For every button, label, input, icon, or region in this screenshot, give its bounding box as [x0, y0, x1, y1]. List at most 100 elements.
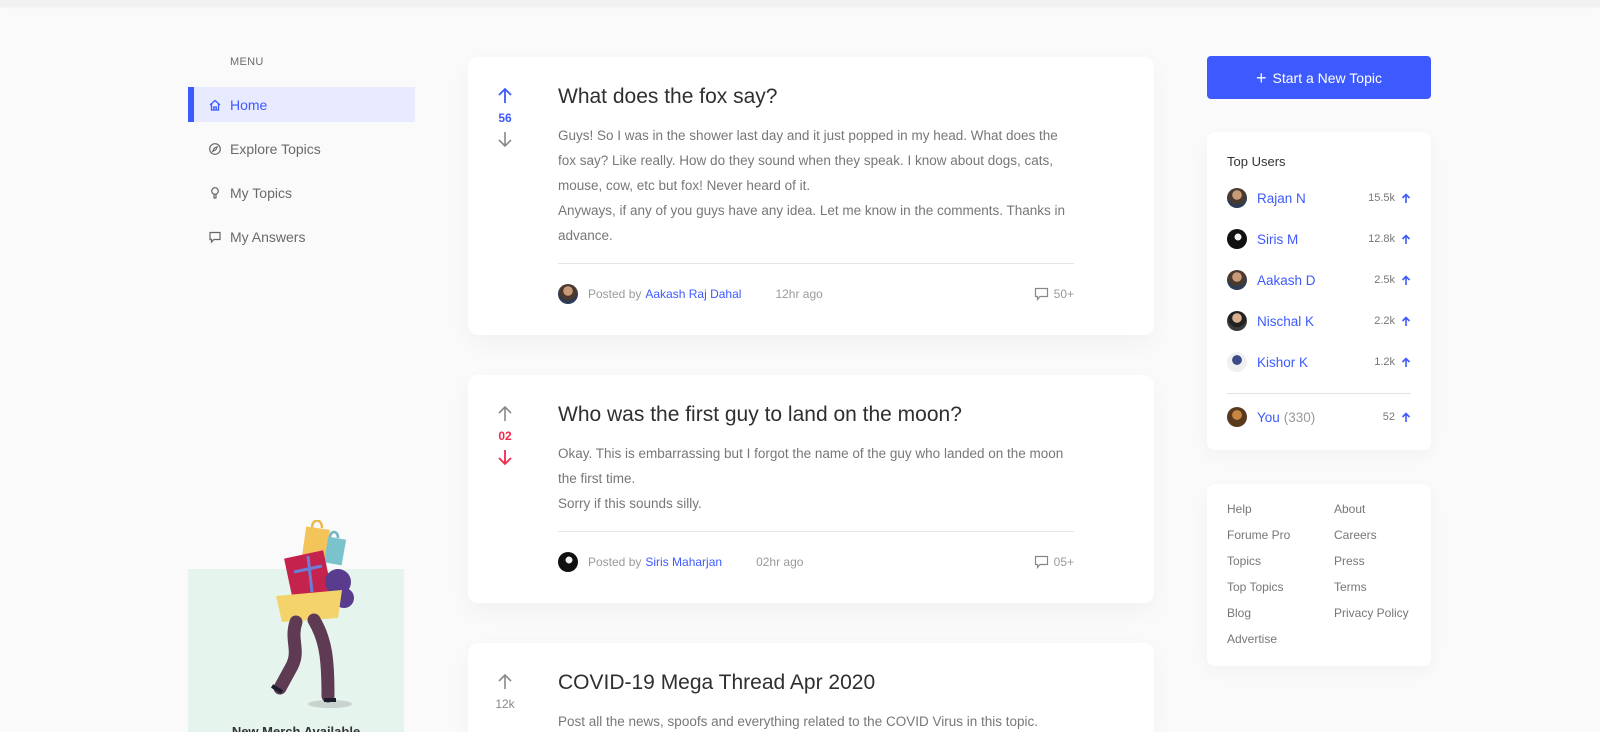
- bulb-icon: [208, 186, 222, 200]
- start-new-topic-label: Start a New Topic: [1272, 69, 1382, 86]
- comments-link[interactable]: 05+: [1034, 555, 1074, 569]
- user-avatar: [1227, 407, 1247, 427]
- menu-item-label: Home: [230, 96, 268, 113]
- footer-link-topics[interactable]: Topics: [1227, 554, 1261, 568]
- downvote-arrow-icon[interactable]: [497, 130, 513, 148]
- arrow-up-icon: [1401, 274, 1411, 285]
- comment-count: 05+: [1053, 555, 1074, 569]
- author-link[interactable]: Aakash Raj Dahal: [645, 287, 741, 301]
- user-avatar: [1227, 229, 1247, 249]
- vote-widget: 56: [494, 87, 516, 148]
- menu-item-label: My Topics: [230, 184, 292, 201]
- user-score: 52: [1383, 411, 1411, 423]
- post-body: Guys! So I was in the shower last day an…: [558, 123, 1074, 248]
- menu-item-my-answers[interactable]: My Answers: [188, 219, 415, 254]
- user-score: 15.5k: [1368, 192, 1411, 204]
- arrow-up-icon: [1401, 356, 1411, 367]
- top-users-title: Top Users: [1227, 154, 1286, 169]
- promo-text: New Merch Available: [231, 724, 361, 732]
- post-footer: Posted by Siris Maharjan 02hr ago 05+: [558, 551, 1074, 573]
- top-user-row[interactable]: Nischal K 2.2k: [1227, 310, 1411, 332]
- plus-icon: +: [1256, 67, 1267, 88]
- user-score: 2.2k: [1374, 315, 1411, 327]
- upvote-arrow-icon[interactable]: [497, 673, 513, 691]
- menu-item-label: Explore Topics: [230, 140, 321, 157]
- user-avatar: [1227, 188, 1247, 208]
- user-avatar: [1227, 270, 1247, 290]
- top-user-row[interactable]: Rajan N 15.5k: [1227, 187, 1411, 209]
- footer-link-help[interactable]: Help: [1227, 502, 1252, 516]
- comment-count: 50+: [1053, 287, 1074, 301]
- post-paragraph: Anyways, if any of you guys have any ide…: [558, 203, 1066, 243]
- top-user-row[interactable]: Aakash D 2.5k: [1227, 269, 1411, 291]
- user-score: 1.2k: [1374, 356, 1411, 368]
- comment-icon: [1034, 555, 1048, 569]
- post-paragraph: Okay. This is embarrassing but I forgot …: [558, 446, 1064, 486]
- footer-links-panel: Help Forume Pro Topics Top Topics Blog A…: [1207, 484, 1431, 666]
- post-divider: [558, 263, 1074, 264]
- user-avatar: [1227, 311, 1247, 331]
- top-user-row[interactable]: Kishor K 1.2k: [1227, 351, 1411, 373]
- footer-link-about[interactable]: About: [1334, 502, 1365, 516]
- panel-divider: [1227, 393, 1411, 394]
- start-new-topic-button[interactable]: + Start a New Topic: [1207, 56, 1431, 99]
- shopping-illustration: [270, 520, 354, 708]
- footer-link-privacy-policy[interactable]: Privacy Policy: [1334, 606, 1409, 620]
- vote-widget: 02: [494, 405, 516, 466]
- menu-item-explore-topics[interactable]: Explore Topics: [188, 131, 415, 166]
- post-card[interactable]: 02 Who was the first guy to land on the …: [468, 375, 1154, 603]
- comments-link[interactable]: 50+: [1034, 287, 1074, 301]
- posted-by-label: Posted by: [588, 555, 642, 569]
- post-body: Post all the news, spoofs and everything…: [558, 709, 1074, 732]
- user-score: 12.8k: [1368, 233, 1411, 245]
- author-avatar[interactable]: [558, 552, 578, 572]
- arrow-up-icon: [1401, 411, 1411, 422]
- upvote-arrow-icon[interactable]: [497, 405, 513, 423]
- user-name[interactable]: Rajan N: [1257, 191, 1306, 206]
- current-user-row[interactable]: You (330) 52: [1227, 406, 1411, 428]
- post-card[interactable]: 56 What does the fox say? Guys! So I was…: [468, 57, 1154, 335]
- arrow-up-icon: [1401, 233, 1411, 244]
- top-users-panel: Top Users Rajan N 15.5k Siris M 12.8k Aa…: [1207, 132, 1431, 450]
- user-name[interactable]: Siris M: [1257, 232, 1298, 247]
- footer-link-terms[interactable]: Terms: [1334, 580, 1367, 594]
- arrow-up-icon: [1401, 315, 1411, 326]
- footer-link-careers[interactable]: Careers: [1334, 528, 1377, 542]
- chat-icon: [208, 230, 222, 244]
- user-avatar: [1227, 352, 1247, 372]
- user-name[interactable]: Aakash D: [1257, 273, 1316, 288]
- top-bar: [0, 0, 1600, 6]
- current-user-rank: (330): [1283, 409, 1316, 425]
- home-icon: [208, 98, 222, 112]
- footer-link-forume-pro[interactable]: Forume Pro: [1227, 528, 1290, 542]
- comment-icon: [1034, 287, 1048, 301]
- menu-title: MENU: [230, 56, 264, 68]
- footer-link-blog[interactable]: Blog: [1227, 606, 1251, 620]
- post-title[interactable]: Who was the first guy to land on the moo…: [558, 403, 962, 427]
- post-title[interactable]: What does the fox say?: [558, 85, 777, 109]
- vote-count: 12k: [495, 697, 515, 711]
- post-footer: Posted by Aakash Raj Dahal 12hr ago 50+: [558, 283, 1074, 305]
- user-name[interactable]: Nischal K: [1257, 314, 1314, 329]
- menu-item-home[interactable]: Home: [188, 87, 415, 122]
- footer-link-top-topics[interactable]: Top Topics: [1227, 580, 1283, 594]
- menu-item-label: My Answers: [230, 228, 306, 245]
- user-name[interactable]: Kishor K: [1257, 355, 1308, 370]
- arrow-up-icon: [1401, 192, 1411, 203]
- post-card[interactable]: 12k COVID-19 Mega Thread Apr 2020 Post a…: [468, 643, 1154, 732]
- vote-widget: 12k: [494, 673, 516, 716]
- upvote-arrow-icon[interactable]: [497, 87, 513, 105]
- footer-link-press[interactable]: Press: [1334, 554, 1365, 568]
- footer-link-advertise[interactable]: Advertise: [1227, 632, 1277, 646]
- author-avatar[interactable]: [558, 284, 578, 304]
- vote-count: 02: [498, 429, 512, 443]
- menu-item-my-topics[interactable]: My Topics: [188, 175, 415, 210]
- vote-count: 56: [498, 111, 512, 125]
- downvote-arrow-icon[interactable]: [497, 448, 513, 466]
- current-user-name[interactable]: You: [1257, 410, 1280, 425]
- author-link[interactable]: Siris Maharjan: [645, 555, 722, 569]
- top-user-row[interactable]: Siris M 12.8k: [1227, 228, 1411, 250]
- post-title[interactable]: COVID-19 Mega Thread Apr 2020: [558, 671, 875, 695]
- user-score: 2.5k: [1374, 274, 1411, 286]
- post-paragraph: Post all the news, spoofs and everything…: [558, 714, 1039, 729]
